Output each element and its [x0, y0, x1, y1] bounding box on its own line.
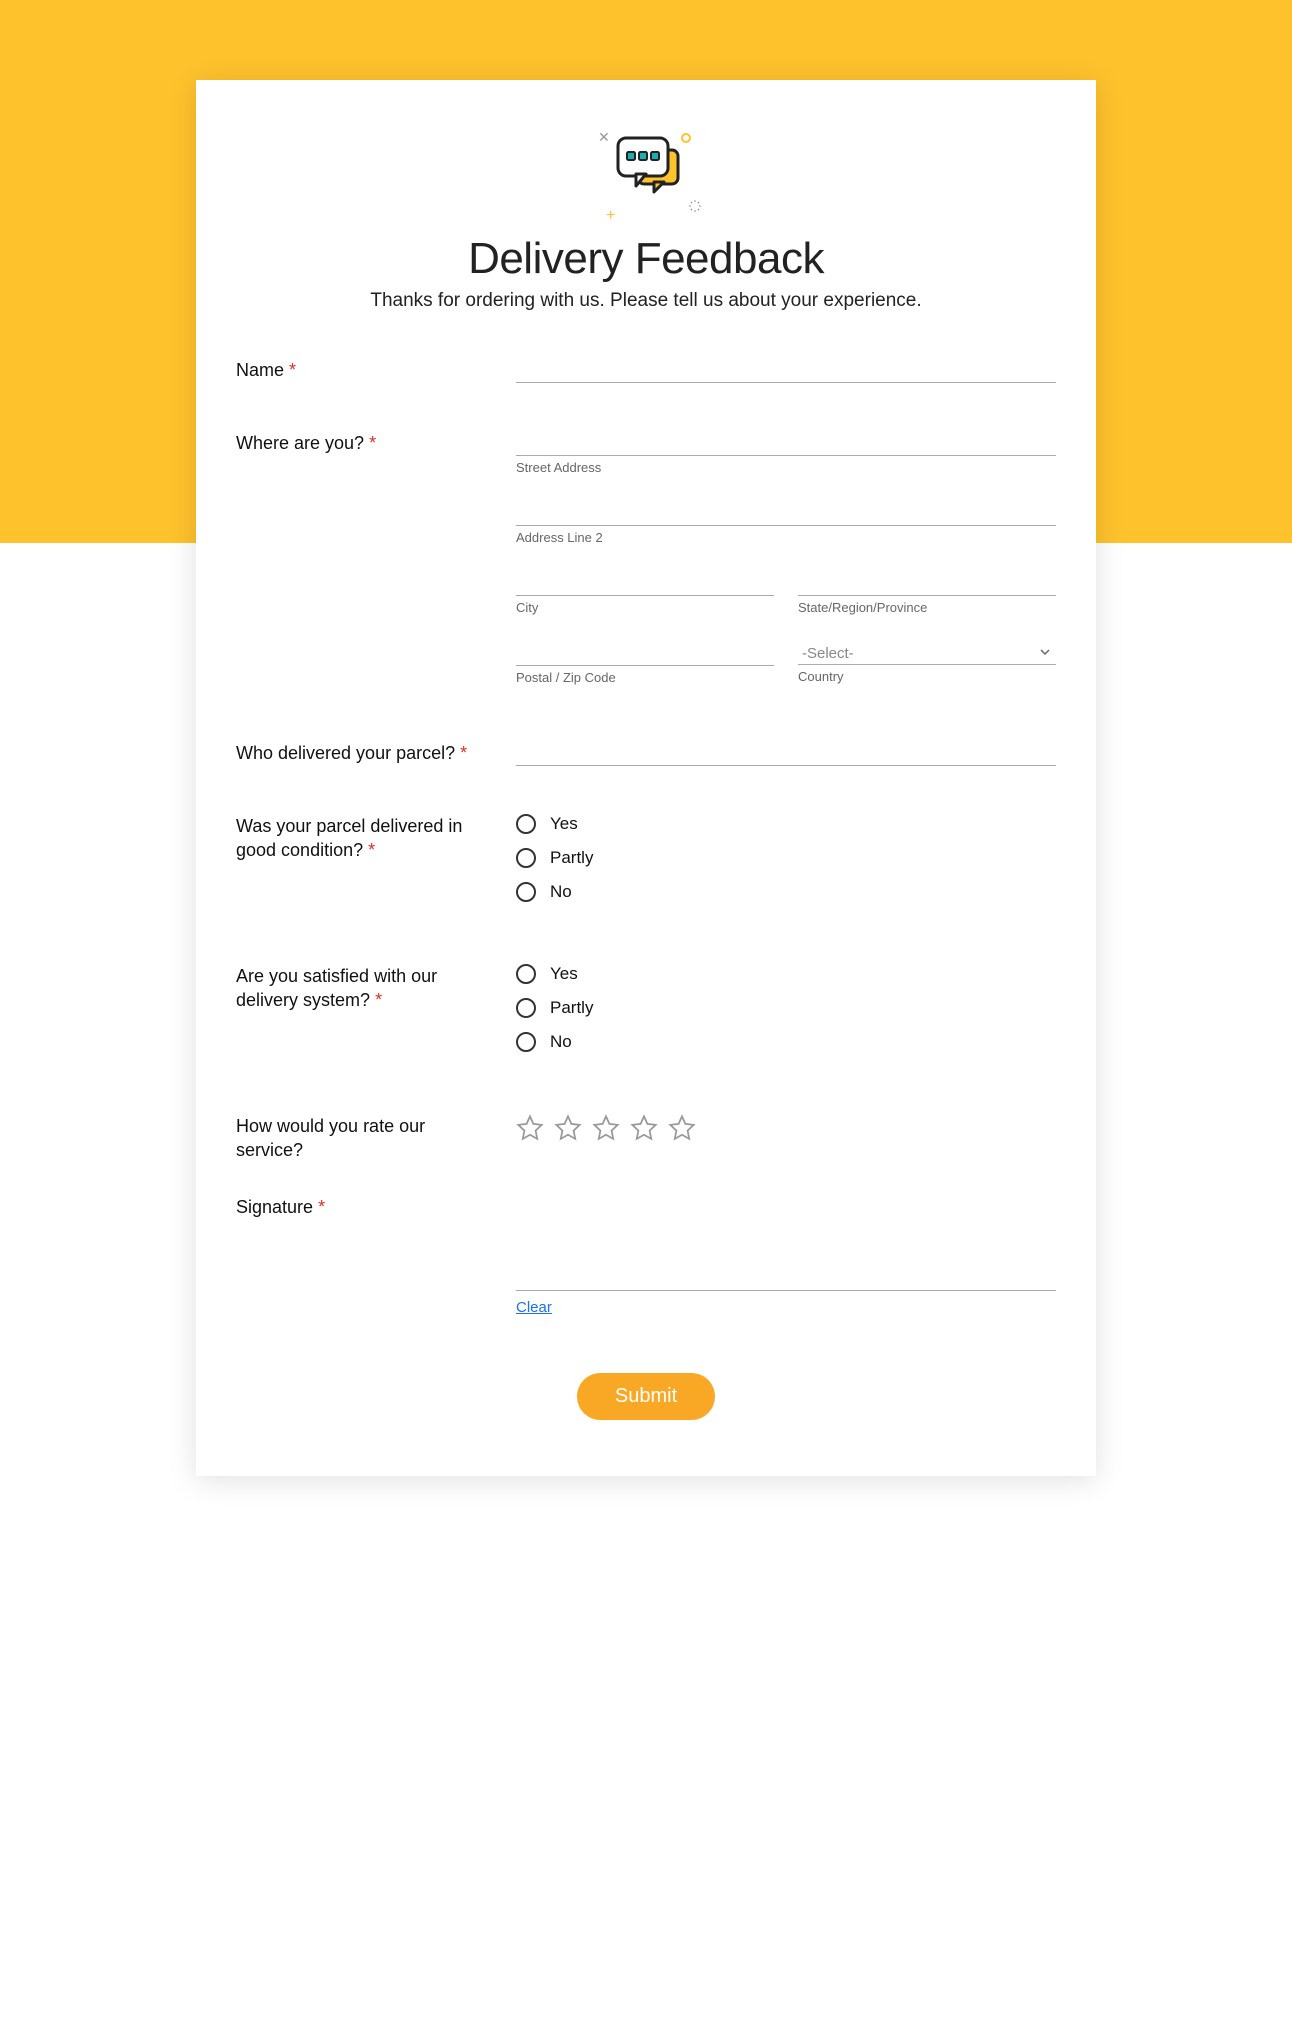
- name-input[interactable]: [516, 358, 1056, 383]
- condition-option-label: Partly: [550, 848, 593, 868]
- postal-sublabel: Postal / Zip Code: [516, 670, 774, 685]
- state-sublabel: State/Region/Province: [798, 600, 1056, 615]
- condition-radio-group: Yes Partly No: [516, 814, 1056, 916]
- svg-text:✕: ✕: [598, 129, 610, 145]
- submit-button[interactable]: Submit: [577, 1373, 715, 1420]
- address2-sublabel: Address Line 2: [516, 530, 1056, 545]
- address2-input[interactable]: [516, 501, 1056, 526]
- condition-option-label: Yes: [550, 814, 578, 834]
- satisfied-radio-partly[interactable]: [516, 998, 536, 1018]
- country-select[interactable]: [798, 641, 1056, 665]
- country-sublabel: Country: [798, 669, 1056, 684]
- satisfied-radio-group: Yes Partly No: [516, 964, 1056, 1066]
- city-sublabel: City: [516, 600, 774, 615]
- satisfied-radio-no[interactable]: [516, 1032, 536, 1052]
- star-rating: [516, 1114, 1056, 1142]
- star-2[interactable]: [554, 1114, 582, 1142]
- svg-text:+: +: [606, 207, 615, 224]
- deliverer-label: Who delivered your parcel? *: [236, 743, 467, 763]
- satisfied-option-label: Partly: [550, 998, 593, 1018]
- street-sublabel: Street Address: [516, 460, 1056, 475]
- satisfied-radio-yes[interactable]: [516, 964, 536, 984]
- page-subtitle: Thanks for ordering with us. Please tell…: [236, 290, 1056, 312]
- street-input[interactable]: [516, 431, 1056, 456]
- city-input[interactable]: [516, 571, 774, 596]
- star-3[interactable]: [592, 1114, 620, 1142]
- address-label: Where are you? *: [236, 433, 376, 453]
- postal-input[interactable]: [516, 641, 774, 666]
- condition-radio-no[interactable]: [516, 882, 536, 902]
- clear-signature-link[interactable]: Clear: [516, 1299, 552, 1316]
- condition-radio-yes[interactable]: [516, 814, 536, 834]
- deliverer-input[interactable]: [516, 741, 1056, 766]
- satisfied-label: Are you satisfied with our delivery syst…: [236, 966, 437, 1010]
- satisfied-option-label: No: [550, 1032, 572, 1052]
- condition-option-label: No: [550, 882, 572, 902]
- condition-radio-partly[interactable]: [516, 848, 536, 868]
- star-1[interactable]: [516, 1114, 544, 1142]
- condition-label: Was your parcel delivered in good condit…: [236, 816, 462, 860]
- chat-bubble-icon: ✕ +: [566, 120, 726, 230]
- form-card: ✕ + Delivery Feedback Thanks for orderin…: [196, 80, 1096, 1476]
- signature-pad[interactable]: [516, 1195, 1056, 1291]
- star-5[interactable]: [668, 1114, 696, 1142]
- name-label: Name *: [236, 360, 296, 380]
- satisfied-option-label: Yes: [550, 964, 578, 984]
- signature-label: Signature *: [236, 1197, 325, 1217]
- state-input[interactable]: [798, 571, 1056, 596]
- page-title: Delivery Feedback: [236, 234, 1056, 284]
- rating-label: How would you rate our service?: [236, 1116, 425, 1160]
- star-4[interactable]: [630, 1114, 658, 1142]
